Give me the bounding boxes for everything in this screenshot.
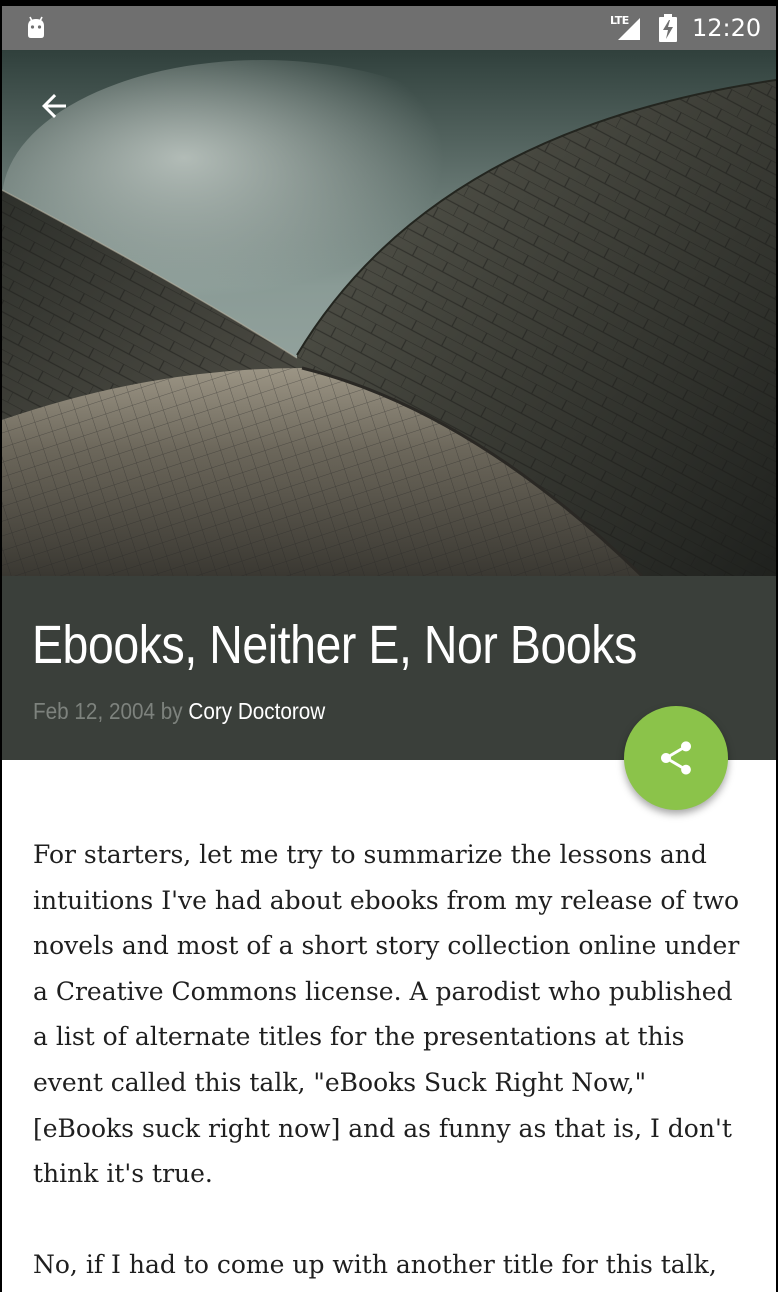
clock: 12:20 [692,14,762,42]
android-icon [28,16,44,38]
arrow-back-icon [42,94,66,118]
app-screen: LTE 12:20 Ebooks, Neither E, Nor Books F… [2,6,776,1292]
byline-label: by [160,698,183,724]
signal-icon [618,18,640,40]
article-author: Cory Doctorow [188,698,326,724]
battery-charging-icon [659,14,677,42]
share-icon [661,741,691,775]
hero-image [2,50,776,576]
back-button[interactable] [30,82,78,130]
article-meta: Feb 12, 2004 by Cory Doctorow [33,698,325,725]
article-body: For starters, let me try to summarize th… [33,832,753,1292]
article-paragraph: For starters, let me try to summarize th… [33,840,740,1189]
share-button[interactable] [624,706,728,810]
article-date: Feb 12, 2004 [33,698,156,724]
article-title: Ebooks, Neither E, Nor Books [32,615,637,675]
status-bar: LTE 12:20 [2,6,776,50]
article-paragraph: No, if I had to come up with another tit… [33,1249,717,1279]
